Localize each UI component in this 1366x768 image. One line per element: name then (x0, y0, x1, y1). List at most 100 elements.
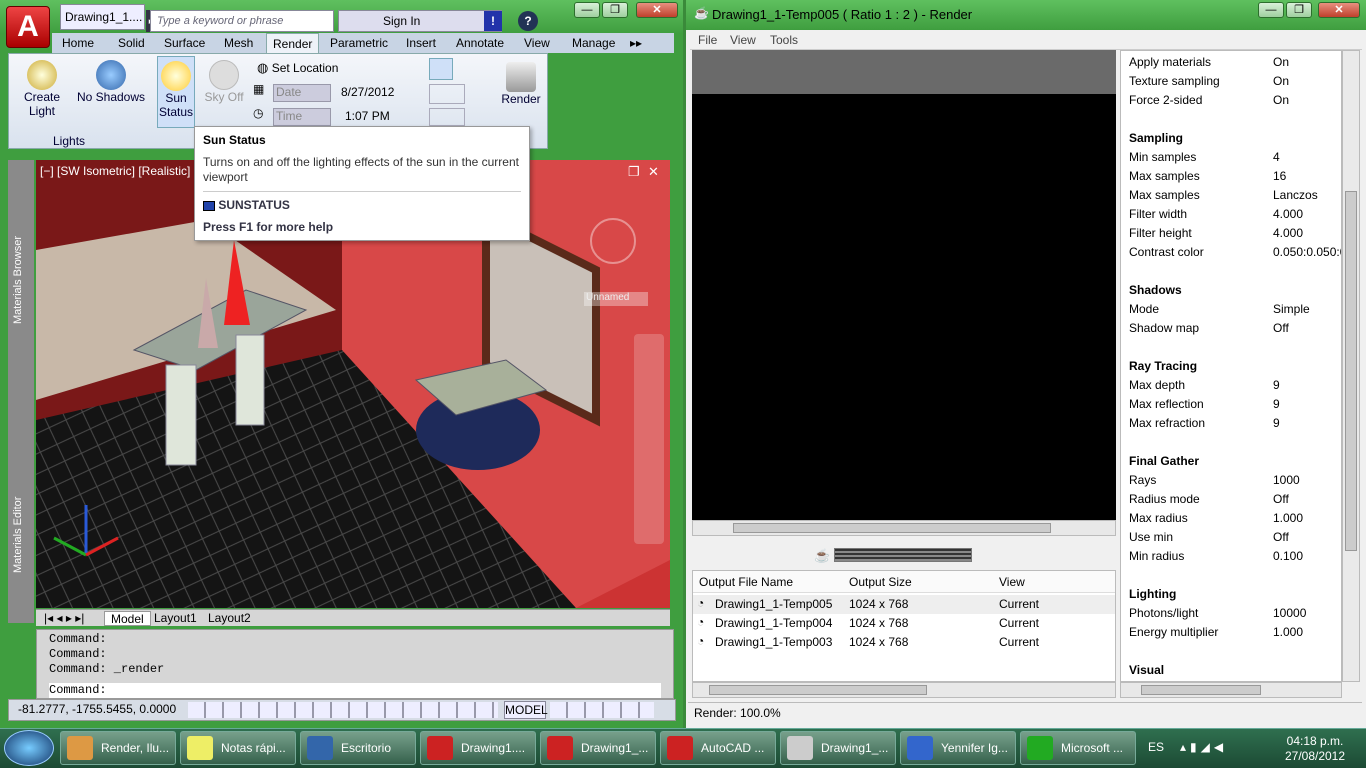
history-header: Output File Name Output Size View (693, 571, 1115, 593)
taskbar-item-autocad-1[interactable]: Drawing1.... (420, 731, 536, 765)
render-maximize-button[interactable]: ❐ (1286, 2, 1312, 18)
model-space-button[interactable]: MODEL (504, 701, 548, 719)
render-window-title: Drawing1_1-Temp005 ( Ratio 1 : 2 ) - Ren… (712, 7, 973, 22)
prop-value: 4 (1273, 150, 1280, 164)
viewcube-ucs-menu[interactable]: Unnamed (584, 292, 648, 306)
tab-layout1[interactable]: Layout1 (148, 611, 203, 626)
tab-solid[interactable]: Solid (112, 33, 151, 53)
coordinate-readout[interactable]: -81.2777, -1755.5455, 0.0000 (18, 702, 176, 716)
tab-model[interactable]: Model (104, 611, 151, 626)
table-row[interactable]: ◔ Drawing1_1-Temp004 1024 x 768 Current (693, 614, 1115, 633)
tab-layout2[interactable]: Layout2 (202, 611, 257, 626)
status-tools-icon[interactable] (550, 702, 654, 718)
history-horizontal-scrollbar[interactable] (692, 682, 1116, 698)
table-row[interactable]: ◔ Drawing1_1-Temp005 1024 x 768 Current (693, 595, 1115, 614)
prop-value: On (1273, 74, 1290, 88)
tab-render[interactable]: Render (266, 33, 320, 53)
navigation-bar[interactable] (634, 334, 664, 544)
help-icon[interactable]: ? (518, 11, 538, 31)
create-light-button[interactable]: Create Light (15, 60, 69, 118)
menu-file[interactable]: File (698, 33, 717, 47)
material-dropdown-icon[interactable] (429, 84, 465, 104)
materials-browser-tab[interactable]: Materials Browser (12, 200, 30, 360)
prop-key: Photons/light (1129, 606, 1199, 620)
sky-off-button[interactable]: Sky Off (201, 60, 247, 104)
taskbar-item-messenger[interactable]: Yennifer Ig... (900, 731, 1016, 765)
taskbar-item-render[interactable]: Drawing1_... (780, 731, 896, 765)
stats-vertical-scrollbar[interactable] (1342, 50, 1360, 682)
lights-panel-label[interactable]: Lights (53, 134, 85, 148)
prop-key: Force 2-sided (1129, 93, 1203, 107)
prop-value: 4.000 (1273, 207, 1304, 221)
scroll-thumb[interactable] (709, 685, 927, 695)
header-output-file-name[interactable]: Output File Name (699, 575, 793, 589)
viewport-controls-label[interactable]: [−] [SW Isometric] [Realistic] (40, 164, 190, 178)
time-value[interactable]: 1:07 PM (345, 109, 390, 123)
taskbar-item-sticky-notes[interactable]: Notas rápi... (180, 731, 296, 765)
acad-close-button[interactable]: ✕ (636, 2, 678, 18)
menu-tools[interactable]: Tools (770, 33, 798, 47)
render-minimize-button[interactable]: — (1258, 2, 1284, 18)
scroll-thumb[interactable] (733, 523, 1051, 533)
materials-editor-tab[interactable]: Materials Editor (12, 460, 30, 610)
exchange-icon[interactable]: ! (484, 11, 502, 31)
menu-view[interactable]: View (730, 33, 756, 47)
render-status-bar: Render: 100.0% (688, 702, 1362, 724)
tab-insert[interactable]: Insert (400, 33, 442, 53)
prop-value: Off (1273, 530, 1289, 544)
mapping-dropdown-icon[interactable] (429, 108, 465, 126)
tray-icons[interactable]: ▴▮◢◀ (1180, 740, 1227, 754)
prop-value: 9 (1273, 378, 1280, 392)
prop-value: 9 (1273, 397, 1280, 411)
header-output-size[interactable]: Output Size (849, 575, 912, 589)
application-menu-button[interactable]: A (6, 6, 50, 48)
viewport-restore-icon[interactable]: ❐ (628, 164, 640, 180)
language-indicator[interactable]: ES (1148, 740, 1164, 754)
command-input[interactable]: Command: (49, 683, 661, 698)
set-location-button[interactable]: ◍ Set Location (257, 60, 407, 78)
time-row: ◷ Time 1:07 PM (253, 106, 403, 128)
viewport-close-icon[interactable]: ✕ (648, 164, 659, 180)
image-horizontal-scrollbar[interactable] (692, 520, 1116, 536)
taskbar-item-autocad-2[interactable]: Drawing1_... (540, 731, 656, 765)
drafting-toggles-icon[interactable] (188, 702, 498, 718)
output-name: Drawing1_1-Temp003 (715, 635, 833, 649)
render-close-button[interactable]: ✕ (1318, 2, 1360, 18)
taskbar-item-desktop[interactable]: Escritorio (300, 731, 416, 765)
no-shadows-button[interactable]: No Shadows (73, 60, 149, 104)
taskbar-item-chrome[interactable]: Render, Ilu... (60, 731, 176, 765)
time-slider[interactable]: Time (273, 108, 331, 126)
acad-minimize-button[interactable]: — (574, 2, 600, 18)
tab-view[interactable]: View (518, 33, 556, 53)
viewcube-icon[interactable] (590, 218, 636, 264)
date-slider[interactable]: Date (273, 84, 331, 102)
tab-mesh[interactable]: Mesh (218, 33, 259, 53)
progress-fill (835, 549, 971, 561)
date-value[interactable]: 8/27/2012 (341, 85, 394, 99)
start-button[interactable] (4, 730, 54, 766)
scroll-thumb[interactable] (1345, 191, 1357, 551)
cancel-render-icon[interactable]: ☕ (814, 548, 830, 564)
output-view: Current (999, 597, 1040, 611)
tab-overflow-icon[interactable]: ▸▸ (624, 33, 648, 53)
sign-in-field[interactable]: Sign In (338, 10, 502, 32)
tab-home[interactable]: Home (56, 33, 100, 53)
system-clock[interactable]: 04:18 p.m. 27/08/2012 (1270, 734, 1360, 764)
tab-parametric[interactable]: Parametric (324, 33, 394, 53)
layout-nav-arrows-icon[interactable]: |◂ ◂ ▸ ▸| (38, 611, 90, 626)
stats-horizontal-scrollbar[interactable] (1120, 682, 1342, 698)
sun-properties-icon[interactable] (429, 58, 453, 80)
acad-maximize-button[interactable]: ❐ (602, 2, 628, 18)
taskbar-item-excel[interactable]: Microsoft ... (1020, 731, 1136, 765)
sun-status-button[interactable]: Sun Status (157, 56, 195, 128)
taskbar-item-autocad-3[interactable]: AutoCAD ... (660, 731, 776, 765)
render-button[interactable]: Render (493, 62, 549, 106)
header-view[interactable]: View (999, 575, 1025, 589)
search-input[interactable]: Type a keyword or phrase (150, 10, 334, 32)
table-row[interactable]: ◔ Drawing1_1-Temp003 1024 x 768 Current (693, 633, 1115, 652)
tab-manage[interactable]: Manage (566, 33, 621, 53)
scroll-thumb[interactable] (1141, 685, 1261, 695)
tab-annotate[interactable]: Annotate (450, 33, 510, 53)
tab-surface[interactable]: Surface (158, 33, 211, 53)
command-window[interactable]: Command: Command: Command: _render Comma… (36, 629, 674, 699)
